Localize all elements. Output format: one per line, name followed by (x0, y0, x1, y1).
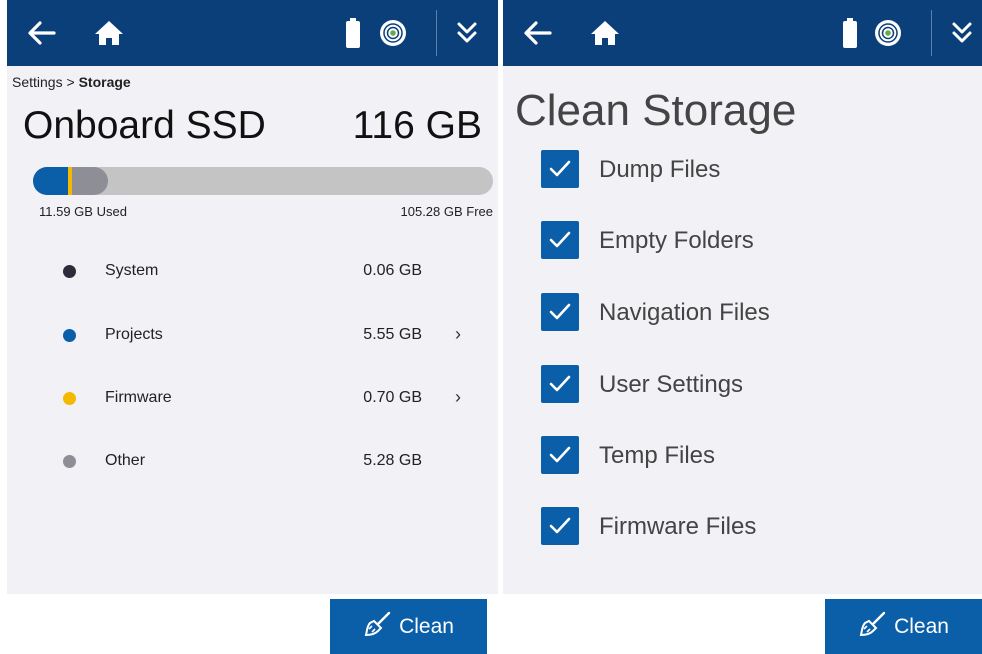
clean-storage-panel: Clean Storage Dump Files Empty Folders N… (503, 0, 982, 654)
breadcrumb-current: Storage (78, 74, 131, 90)
drive-size: 116 GB (352, 104, 482, 147)
category-dot (63, 265, 76, 278)
usage-segment-other (72, 167, 108, 195)
category-name: Projects (105, 326, 163, 343)
category-value: 0.06 GB (363, 262, 422, 279)
usage-segment-projects (33, 167, 68, 195)
double-chevron-down-icon[interactable] (942, 0, 982, 66)
check-icon (549, 303, 571, 320)
checkbox-label: User Settings (599, 371, 744, 398)
breadcrumb: Settings > Storage (12, 74, 131, 90)
back-arrow-icon[interactable] (517, 0, 557, 66)
check-icon (549, 446, 571, 463)
checkbox-label: Temp Files (599, 442, 716, 469)
category-dot (63, 455, 76, 468)
chevron-right-icon[interactable]: › (455, 324, 461, 345)
top-bar (503, 0, 982, 66)
gps-signal-icon (375, 0, 411, 66)
topbar-divider (436, 10, 437, 56)
chevron-right-icon[interactable]: › (455, 387, 461, 408)
home-icon[interactable] (89, 0, 129, 66)
category-dot (63, 392, 76, 405)
clean-storage-content: Clean Storage Dump Files Empty Folders N… (503, 66, 982, 594)
storage-panel: Settings > Storage Onboard SSD 116 GB 11… (7, 0, 498, 654)
checkbox-row-navigation-files[interactable]: Navigation Files (541, 293, 941, 333)
storage-content: Settings > Storage Onboard SSD 116 GB 11… (7, 66, 498, 594)
clean-button[interactable]: Clean (330, 599, 487, 654)
used-label: 11.59 GB Used (39, 204, 127, 219)
checkbox-row-empty-folders[interactable]: Empty Folders (541, 221, 941, 261)
checkbox[interactable] (541, 365, 579, 403)
category-value: 0.70 GB (363, 389, 422, 406)
checkbox[interactable] (541, 293, 579, 331)
topbar-divider (931, 10, 932, 56)
checkbox-label: Dump Files (599, 156, 721, 183)
clean-button-label: Clean (399, 614, 454, 638)
check-icon (549, 231, 571, 248)
checkbox-label: Navigation Files (599, 299, 770, 326)
double-chevron-down-icon[interactable] (447, 0, 487, 66)
check-icon (549, 517, 571, 534)
gps-signal-icon (870, 0, 906, 66)
checkbox-label: Empty Folders (599, 227, 754, 254)
drive-name: Onboard SSD (23, 104, 266, 147)
category-row-projects[interactable]: Projects 5.55 GB › (7, 320, 498, 350)
breadcrumb-separator: > (66, 74, 75, 90)
broom-icon (858, 611, 886, 643)
checkbox-row-temp-files[interactable]: Temp Files (541, 436, 941, 476)
top-bar (7, 0, 498, 66)
category-row-firmware[interactable]: Firmware 0.70 GB › (7, 383, 498, 413)
check-icon (549, 375, 571, 392)
home-icon[interactable] (585, 0, 625, 66)
checkbox-row-firmware-files[interactable]: Firmware Files (541, 507, 941, 547)
clean-button[interactable]: Clean (825, 599, 982, 654)
category-value: 5.28 GB (363, 452, 422, 469)
checkbox-row-user-settings[interactable]: User Settings (541, 365, 941, 405)
category-row-other: Other 5.28 GB (7, 446, 498, 476)
back-arrow-icon[interactable] (21, 0, 61, 66)
battery-icon (838, 0, 862, 66)
checkbox-label: Firmware Files (599, 513, 757, 540)
checkbox[interactable] (541, 507, 579, 545)
check-icon (549, 160, 571, 177)
category-row-system: System 0.06 GB (7, 256, 498, 286)
page-title: Clean Storage (515, 86, 797, 135)
category-name: Other (105, 452, 146, 469)
broom-icon (363, 611, 391, 643)
category-value: 5.55 GB (363, 326, 422, 343)
checkbox-row-dump-files[interactable]: Dump Files (541, 150, 941, 190)
category-dot (63, 329, 76, 342)
clean-button-label: Clean (894, 614, 949, 638)
checkbox[interactable] (541, 150, 579, 188)
storage-usage-bar (33, 167, 493, 195)
battery-icon (341, 0, 365, 66)
breadcrumb-parent[interactable]: Settings (12, 74, 63, 90)
free-label: 105.28 GB Free (400, 204, 494, 219)
checkbox[interactable] (541, 221, 579, 259)
category-name: Firmware (105, 389, 172, 406)
category-name: System (105, 262, 159, 279)
checkbox[interactable] (541, 436, 579, 474)
